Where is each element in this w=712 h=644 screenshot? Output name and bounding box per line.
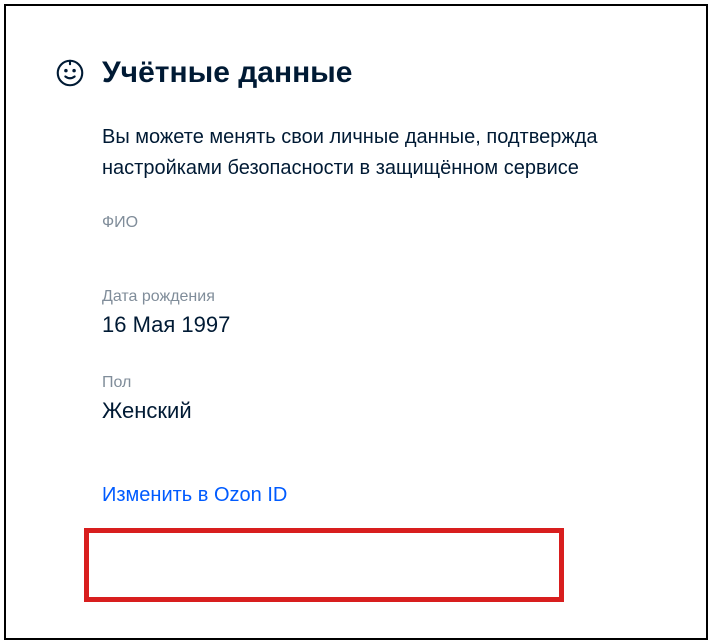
description-line-1: Вы можете менять свои личные данные, под…	[102, 126, 598, 148]
field-gender-label: Пол	[102, 374, 706, 392]
field-gender: Пол Женский	[102, 374, 706, 424]
description-line-2: настройками безопасности в защищённом се…	[102, 157, 579, 179]
field-fio: ФИО	[102, 214, 706, 232]
field-dob-label: Дата рождения	[102, 288, 706, 306]
section-header: Учётные данные	[56, 56, 706, 90]
account-data-section: Учётные данные Вы можете менять свои лич…	[6, 6, 706, 507]
change-ozon-id-link[interactable]: Изменить в Ozon ID	[102, 484, 287, 507]
field-gender-value: Женский	[102, 398, 706, 424]
panel-border: Учётные данные Вы можете менять свои лич…	[4, 4, 708, 640]
field-dob: Дата рождения 16 Мая 1997	[102, 288, 706, 338]
field-dob-value: 16 Мая 1997	[102, 312, 706, 338]
section-title: Учётные данные	[102, 56, 353, 90]
field-fio-label: ФИО	[102, 214, 706, 232]
face-icon	[56, 59, 84, 87]
highlight-box	[84, 528, 564, 602]
section-description: Вы можете менять свои личные данные, под…	[102, 122, 706, 184]
